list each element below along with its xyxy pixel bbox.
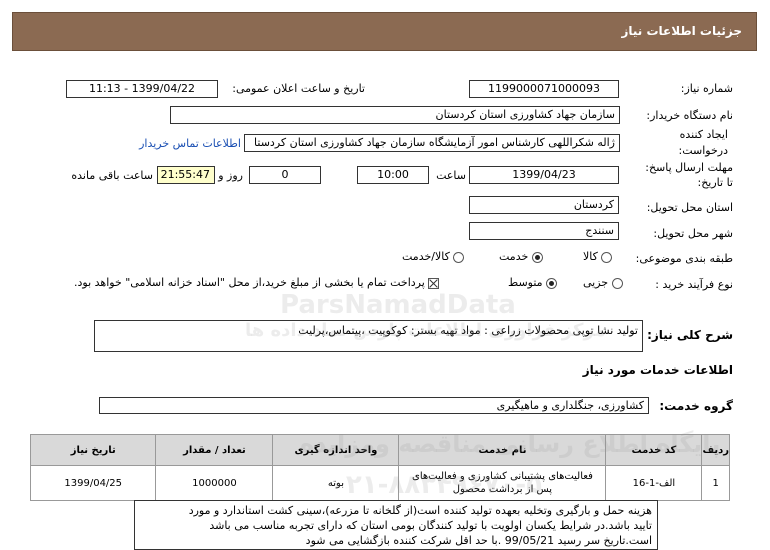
notes-line-1: هزینه حمل و بارگیری وتخلیه بعهده تولید ک… — [188, 504, 652, 517]
radio-icon — [611, 277, 623, 289]
city-field[interactable]: سنندج — [469, 222, 619, 240]
city-label: شهر محل تحویل: — [653, 227, 733, 240]
process-option-medium[interactable]: متوسط — [508, 276, 558, 289]
deadline-label-1: مهلت ارسال پاسخ: — [645, 161, 733, 174]
days-remaining-field[interactable]: 0 — [249, 166, 321, 184]
services-table: ردیف کد خدمت نام خدمت واحد اندازه گیری ت… — [29, 434, 730, 501]
description-field[interactable]: تولید نشا توپی محصولات زراعی : مواد تهیه… — [94, 320, 643, 352]
checkbox-checked-icon[interactable] — [428, 277, 440, 289]
cell-service-code: الف-1-16 — [605, 465, 703, 501]
notes-line-2: تایید باشد.در شرایط یکسان اولویت با تولی… — [209, 519, 652, 532]
col-header-need-date: تاریخ نیاز — [29, 434, 157, 466]
table-header-row: ردیف کد خدمت نام خدمت واحد اندازه گیری ت… — [29, 434, 730, 466]
description-label: شرح کلی نیاز: — [647, 328, 733, 342]
col-header-service-code: کد خدمت — [605, 434, 703, 466]
payment-text: پرداخت تمام یا بخشی از مبلغ خرید،از محل … — [74, 276, 425, 289]
cell-unit: بوته — [272, 465, 400, 501]
cell-quantity: 1000000 — [155, 465, 274, 501]
table-row[interactable]: 1 الف-1-16 فعالیت‌های پشتیبانی کشاورزی و… — [29, 465, 730, 501]
category-option-service[interactable]: خدمت — [499, 250, 543, 263]
col-header-service-name: نام خدمت — [398, 434, 607, 466]
process-type-label: نوع فرآیند خرید : — [655, 278, 733, 291]
payment-checkbox-row[interactable]: پرداخت تمام یا بخشی از مبلغ خرید،از محل … — [74, 276, 440, 289]
buyer-label: نام دستگاه خریدار: — [646, 109, 733, 122]
deadline-label-2: تا تاریخ: — [697, 176, 733, 189]
page-title: جزئیات اطلاعات نیاز — [621, 24, 742, 38]
cell-service-name: فعالیت‌های پشتیبانی کشاورزی و فعالیت‌های… — [398, 465, 607, 501]
announce-date-field[interactable]: 1399/04/22 - 11:13 — [66, 80, 218, 98]
category-option-goods-service[interactable]: کالا/خدمت — [402, 250, 465, 263]
province-field[interactable]: کردستان — [469, 196, 619, 214]
announce-date-label: تاریخ و ساعت اعلان عمومی: — [232, 82, 365, 95]
page-header: جزئیات اطلاعات نیاز — [12, 12, 757, 51]
category-option-goods[interactable]: کالا — [583, 250, 613, 263]
radio-icon — [453, 251, 465, 263]
services-section-title: اطلاعات خدمات مورد نیاز — [582, 363, 733, 377]
category-label: طبقه بندی موضوعی: — [635, 252, 733, 265]
need-number-label: شماره نیاز: — [680, 82, 733, 95]
days-label: روز و — [218, 169, 243, 182]
radio-selected-icon — [546, 277, 558, 289]
col-header-quantity: تعداد / مقدار — [155, 434, 274, 466]
creator-field[interactable]: ژاله شکراللهی کارشناس امور آزمایشگاه ساز… — [244, 134, 620, 152]
process-option-minor[interactable]: جزیی — [583, 276, 623, 289]
notes-box: هزینه حمل و بارگیری وتخلیه بعهده تولید ک… — [134, 500, 658, 550]
deadline-date-field[interactable]: 1399/04/23 — [469, 166, 619, 184]
service-group-label: گروه خدمت: — [659, 399, 733, 413]
watermark-logo-text: ParsNamadData — [280, 290, 516, 320]
province-label: استان محل تحویل: — [646, 201, 733, 214]
remaining-label: ساعت باقی مانده — [71, 169, 153, 182]
deadline-time-field[interactable]: 10:00 — [357, 166, 429, 184]
notes-line-3: است.تاریخ سر رسید 99/05/21 .با حد اقل شر… — [305, 534, 652, 547]
creator-label-2: درخواست: — [678, 144, 728, 157]
radio-selected-icon — [531, 251, 543, 263]
remaining-time-field: 21:55:47 — [157, 166, 215, 184]
radio-icon — [601, 251, 613, 263]
col-header-unit: واحد اندازه گیری — [272, 434, 400, 466]
contact-info-link[interactable]: اطلاعات تماس خریدار — [139, 137, 241, 150]
buyer-field[interactable]: سازمان جهاد کشاورزی استان کردستان — [170, 106, 620, 124]
service-group-field[interactable]: کشاورزی، جنگلداری و ماهیگیری — [99, 397, 649, 414]
col-header-row-number: ردیف — [701, 434, 730, 466]
cell-row-number: 1 — [701, 465, 730, 501]
cell-need-date: 1399/04/25 — [29, 465, 157, 501]
need-number-field[interactable]: 1199000071000093 — [469, 80, 619, 98]
creator-label-1: ایجاد کننده — [679, 128, 728, 141]
deadline-time-label: ساعت — [436, 169, 466, 182]
